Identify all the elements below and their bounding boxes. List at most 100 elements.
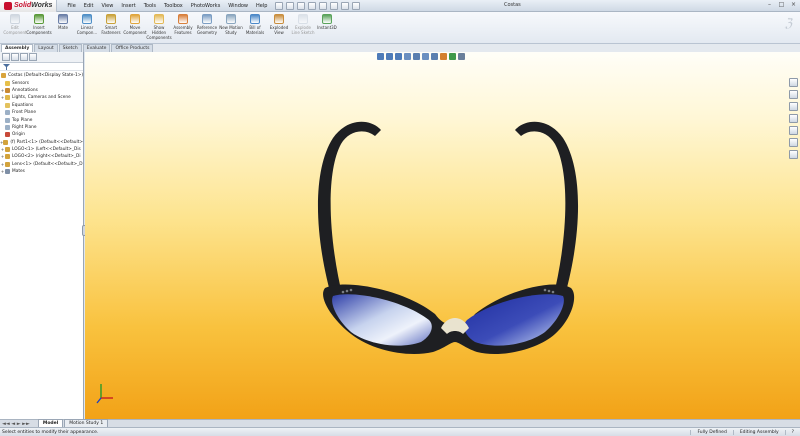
tab-motion-study-1[interactable]: Motion Study 1 — [64, 419, 109, 427]
right-temple-arm — [515, 121, 579, 302]
search-icon[interactable] — [789, 114, 798, 123]
menu-photoworks[interactable]: PhotoWorks — [187, 3, 225, 9]
display-manager-tab-icon[interactable] — [29, 53, 37, 61]
menu-file[interactable]: File — [63, 3, 79, 9]
insert-components-button[interactable]: Insert Components — [26, 12, 52, 43]
configuration-manager-tab-icon[interactable] — [20, 53, 28, 61]
tree-item[interactable]: + Lens<1> (Default<<Default>_D — [0, 161, 83, 168]
tree-item[interactable]: + (f) Part1<1> (Default<<Default> — [0, 139, 83, 146]
appearances-icon[interactable] — [789, 138, 798, 147]
solidworks-logo-icon — [4, 1, 12, 10]
tree-item[interactable]: Sensors — [0, 79, 83, 86]
menu-toolbox[interactable]: Toolbox — [160, 3, 187, 9]
explode-line-sketch-button[interactable]: Explode Line Sketch — [291, 12, 315, 43]
status-mode: Editing Assembly — [732, 429, 785, 435]
menu-edit[interactable]: Edit — [80, 3, 98, 9]
move-component-icon — [130, 14, 140, 24]
tree-item[interactable]: Equations — [0, 102, 83, 109]
status-definition: Fully Defined — [690, 429, 732, 435]
solidworks-logo[interactable]: SolidWorks — [0, 0, 58, 12]
graphics-viewport[interactable] — [85, 52, 800, 419]
window-title: Costas — [504, 2, 521, 8]
view-palette-icon[interactable] — [789, 126, 798, 135]
tab-office-products[interactable]: Office Products — [111, 44, 154, 52]
tab-model[interactable]: Model — [37, 419, 64, 427]
instant3d-button[interactable]: Instant3D — [315, 12, 339, 43]
command-tabs: Assembly Layout Sketch Evaluate Office Produ… — [0, 44, 800, 52]
status-message: Select entities to modify their appearan… — [2, 429, 99, 435]
annotations-icon — [5, 87, 10, 93]
equations-icon — [5, 102, 10, 108]
ribbon-button-label: Linear Compon... — [76, 25, 98, 35]
part-icon — [3, 139, 9, 145]
menu-insert[interactable]: Insert — [117, 3, 139, 9]
feature-manager-tab-icon[interactable] — [2, 53, 10, 61]
window-controls: – □ × — [765, 1, 798, 9]
help-icon[interactable]: ? — [784, 429, 800, 435]
status-bar: Select entities to modify their appearan… — [0, 427, 800, 436]
tree-item-label: Equations — [12, 102, 34, 108]
tree-item-label: Right Plane — [12, 124, 37, 130]
menu-tools[interactable]: Tools — [140, 3, 160, 9]
tree-item[interactable]: + LOGO<2> (right<<Default>_Di — [0, 153, 83, 160]
menu-view[interactable]: View — [97, 3, 117, 9]
tree-item[interactable]: Costas (Default<Display State-1>) — [0, 72, 83, 79]
tab-assembly[interactable]: Assembly — [1, 44, 34, 52]
options-icon[interactable] — [352, 1, 361, 10]
plane-icon — [5, 124, 10, 130]
print-icon[interactable] — [308, 1, 317, 10]
tree-item[interactable]: Front Plane — [0, 109, 83, 116]
select-icon[interactable] — [330, 1, 339, 10]
linear-compon-button[interactable]: Linear Compon... — [75, 12, 99, 43]
tree-item[interactable]: Right Plane — [0, 124, 83, 131]
smart-fasteners-button[interactable]: Smart Fasteners — [99, 12, 123, 43]
tree-item[interactable]: + Lights, Cameras and Scene — [0, 94, 83, 101]
exploded-view-icon — [274, 14, 284, 24]
property-manager-tab-icon[interactable] — [11, 53, 19, 61]
assembly-features-button[interactable]: Assembly Features — [171, 12, 195, 43]
menu-help[interactable]: Help — [252, 3, 271, 9]
custom-properties-icon[interactable] — [789, 150, 798, 159]
sunglasses-model[interactable] — [85, 52, 800, 419]
open-icon[interactable] — [286, 1, 295, 10]
maximize-icon[interactable]: □ — [777, 1, 786, 9]
undo-icon[interactable] — [319, 1, 328, 10]
new-document-icon[interactable] — [275, 1, 284, 10]
mate-button[interactable]: Mate — [51, 12, 75, 43]
tree-item[interactable]: Origin — [0, 131, 83, 138]
tree-item[interactable]: + LOGO<1> (Left<<Default>_Dis — [0, 146, 83, 153]
save-icon[interactable] — [297, 1, 306, 10]
file-explorer-icon[interactable] — [789, 102, 798, 111]
ribbon-button-label: New Motion Study — [219, 25, 243, 35]
show-hidden-components-button[interactable]: Show Hidden Components — [146, 12, 172, 43]
new-motion-study-button[interactable]: New Motion Study — [219, 12, 243, 43]
show-hidden-icon — [154, 14, 164, 24]
tab-evaluate[interactable]: Evaluate — [82, 44, 111, 52]
reference-geometry-button[interactable]: Reference Geometry — [195, 12, 219, 43]
origin-icon — [5, 132, 10, 138]
exploded-view-button[interactable]: Exploded View — [267, 12, 291, 43]
command-manager-ribbon: Edit Component Insert Components Mate Linea… — [0, 12, 800, 44]
edit-component-button[interactable]: Edit Component — [3, 12, 27, 43]
plane-icon — [5, 110, 10, 116]
motion-study-icon — [226, 14, 236, 24]
move-component-button[interactable]: Move Component — [123, 12, 147, 43]
ribbon-button-label: Smart Fasteners — [101, 25, 121, 35]
tab-layout[interactable]: Layout — [34, 44, 58, 52]
tree-item[interactable]: + Mates — [0, 168, 83, 175]
bill-of-materials-button[interactable]: Bill of Materials — [243, 12, 267, 43]
menu-window[interactable]: Window — [224, 3, 252, 9]
tab-sketch[interactable]: Sketch — [58, 44, 82, 52]
tree-filter[interactable] — [0, 63, 83, 71]
rebuild-icon[interactable] — [341, 1, 350, 10]
filter-icon — [3, 63, 10, 70]
resources-icon[interactable] — [789, 78, 798, 87]
tree-item-label: Lights, Cameras and Scene — [12, 95, 71, 101]
minimize-icon[interactable]: – — [765, 1, 774, 9]
design-library-icon[interactable] — [789, 90, 798, 99]
part-icon — [5, 147, 10, 153]
tree-item[interactable]: + Annotations — [0, 87, 83, 94]
ribbon-button-label: Reference Geometry — [196, 25, 218, 35]
close-icon[interactable]: × — [789, 1, 798, 9]
tree-item[interactable]: Top Plane — [0, 116, 83, 123]
